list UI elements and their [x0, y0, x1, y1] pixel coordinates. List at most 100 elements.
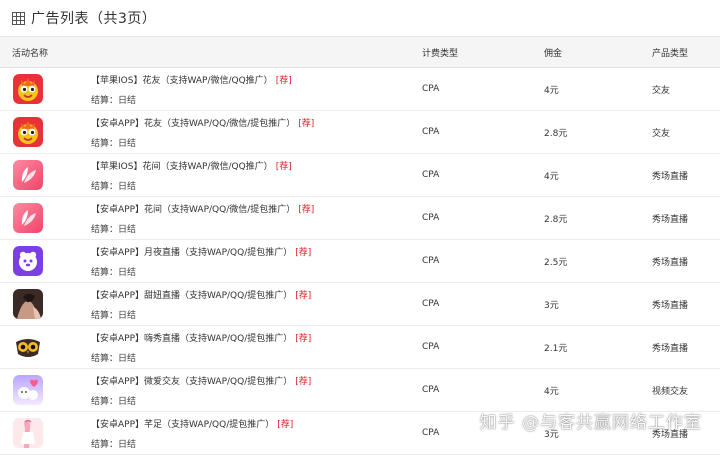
fee-type-cell: CPA — [422, 385, 440, 395]
column-header-fee-type[interactable]: 计费类型 — [412, 46, 532, 59]
settlement-info: 结算：日结 — [91, 222, 314, 235]
category-cell: 秀场直播 — [652, 171, 689, 182]
ad-title[interactable]: 【苹果IOS】花间（支持WAP/微信/QQ推广） [荐] — [91, 159, 292, 172]
ad-name-cell: 【安卓APP】花友（支持WAP/QQ/微信/提包推广） [荐] 结算：日结 — [0, 116, 412, 149]
recommend-tag: [荐] — [275, 75, 292, 86]
huajian-app-icon[interactable] — [13, 203, 43, 233]
settlement-label: 结算： — [91, 396, 119, 407]
settlement-value: 日结 — [118, 396, 137, 407]
recommend-tag: [荐] — [295, 376, 312, 387]
recommend-tag: [荐] — [275, 161, 292, 172]
table-row[interactable]: 【安卓APP】嗨秀直播（支持WAP/QQ/提包推广） [荐] 结算：日结 CPA 2.1… — [0, 326, 720, 369]
ad-title[interactable]: 【安卓APP】甜妞直播（支持WAP/QQ/提包推广） [荐] — [91, 288, 311, 301]
ad-name-cell: 【苹果IOS】花友（支持WAP/微信/QQ推广） [荐] 结算：日结 — [0, 73, 412, 106]
ad-title-text[interactable]: 【安卓APP】花间（支持WAP/QQ/微信/提包推广） — [91, 205, 295, 215]
category-cell: 交友 — [652, 85, 671, 96]
recommend-tag: [荐] — [295, 333, 312, 344]
table-header: 活动名称 计费类型 佣金 产品类型 — [0, 37, 720, 68]
settlement-value: 日结 — [118, 95, 137, 106]
fee-type-cell: CPA — [422, 127, 440, 137]
fee-type-cell: CPA — [422, 170, 440, 180]
huayou-app-icon[interactable] — [13, 74, 43, 104]
ad-title-text[interactable]: 【安卓APP】甜妞直播（支持WAP/QQ/提包推广） — [91, 291, 292, 301]
recommend-tag: [荐] — [295, 290, 312, 301]
ad-title-text[interactable]: 【苹果IOS】花间（支持WAP/微信/QQ推广） — [91, 162, 273, 172]
settlement-info: 结算：日结 — [91, 351, 311, 364]
ad-info: 【安卓APP】花间（支持WAP/QQ/微信/提包推广） [荐] 结算：日结 — [91, 202, 314, 235]
commission-cell: 4元 — [544, 386, 559, 397]
page-header: 广告列表（共3页） — [0, 0, 720, 37]
ad-title[interactable]: 【安卓APP】微爱交友（支持WAP/QQ/提包推广） [荐] — [91, 374, 311, 387]
ad-title[interactable]: 【安卓APP】花友（支持WAP/QQ/微信/提包推广） [荐] — [91, 116, 314, 129]
huajian-app-icon[interactable] — [13, 160, 43, 190]
table-row[interactable]: 【安卓APP】花间（支持WAP/QQ/微信/提包推广） [荐] 结算：日结 CPA 2.… — [0, 197, 720, 240]
ad-title-text[interactable]: 【安卓APP】微爱交友（支持WAP/QQ/提包推广） — [91, 377, 292, 387]
ad-info: 【苹果IOS】花友（支持WAP/微信/QQ推广） [荐] 结算：日结 — [91, 73, 292, 106]
ad-title[interactable]: 【安卓APP】月夜直播（支持WAP/QQ/提包推广） [荐] — [91, 245, 311, 258]
ad-title[interactable]: 【安卓APP】花间（支持WAP/QQ/微信/提包推广） [荐] — [91, 202, 314, 215]
ad-title-text[interactable]: 【安卓APP】芊足（支持WAP/QQ/提包推广） — [91, 420, 274, 430]
yueye-app-icon[interactable] — [13, 246, 43, 276]
table-row[interactable]: 【安卓APP】甜妞直播（支持WAP/QQ/提包推广） [荐] 结算：日结 CPA 3元 秀… — [0, 283, 720, 326]
recommend-tag: [荐] — [298, 118, 315, 129]
ad-title-text[interactable]: 【安卓APP】嗨秀直播（支持WAP/QQ/提包推广） — [91, 334, 292, 344]
table-row[interactable]: 【安卓APP】芊足（支持WAP/QQ/提包推广） [荐] 结算：日结 CPA 3元 秀场直… — [0, 412, 720, 455]
commission-cell: 3元 — [544, 429, 559, 440]
ad-info: 【安卓APP】嗨秀直播（支持WAP/QQ/提包推广） [荐] 结算：日结 — [91, 331, 311, 364]
recommend-tag: [荐] — [298, 204, 315, 215]
commission-cell: 2.5元 — [544, 257, 568, 268]
ad-name-cell: 【苹果IOS】花间（支持WAP/微信/QQ推广） [荐] 结算：日结 — [0, 159, 412, 192]
fee-type-cell: CPA — [422, 342, 440, 352]
category-cell: 秀场直播 — [652, 257, 689, 268]
fee-type-cell: CPA — [422, 213, 440, 223]
ad-title-text[interactable]: 【安卓APP】花友（支持WAP/QQ/微信/提包推广） — [91, 119, 295, 129]
tianniu-app-icon[interactable] — [13, 289, 43, 319]
settlement-value: 日结 — [118, 310, 137, 321]
ad-info: 【苹果IOS】花间（支持WAP/微信/QQ推广） [荐] 结算：日结 — [91, 159, 292, 192]
settlement-info: 结算：日结 — [91, 394, 311, 407]
commission-cell: 4元 — [544, 85, 559, 96]
settlement-value: 日结 — [118, 353, 137, 364]
ad-name-cell: 【安卓APP】微爱交友（支持WAP/QQ/提包推广） [荐] 结算：日结 — [0, 374, 412, 407]
huayou-app-icon[interactable] — [13, 117, 43, 147]
table-row[interactable]: 【安卓APP】微爱交友（支持WAP/QQ/提包推广） [荐] 结算：日结 CPA 4元 视… — [0, 369, 720, 412]
settlement-info: 结算：日结 — [91, 437, 293, 450]
ad-info: 【安卓APP】花友（支持WAP/QQ/微信/提包推广） [荐] 结算：日结 — [91, 116, 314, 149]
category-cell: 交友 — [652, 128, 671, 139]
ad-title[interactable]: 【安卓APP】芊足（支持WAP/QQ/提包推广） [荐] — [91, 417, 293, 430]
weiai-app-icon[interactable] — [13, 375, 43, 405]
fee-type-cell: CPA — [422, 428, 440, 438]
owl-app-icon[interactable] — [13, 332, 43, 362]
table-row[interactable]: 【苹果IOS】花友（支持WAP/微信/QQ推广） [荐] 结算：日结 CPA 4元 交友 — [0, 68, 720, 111]
ad-title-text[interactable]: 【安卓APP】月夜直播（支持WAP/QQ/提包推广） — [91, 248, 292, 258]
category-cell: 视频交友 — [652, 386, 689, 397]
column-header-category[interactable]: 产品类型 — [652, 46, 720, 59]
ad-title-text[interactable]: 【苹果IOS】花友（支持WAP/微信/QQ推广） — [91, 76, 273, 86]
page-title: 广告列表（共3页） — [31, 11, 157, 27]
settlement-info: 结算：日结 — [91, 136, 314, 149]
table-row[interactable]: 【安卓APP】花友（支持WAP/QQ/微信/提包推广） [荐] 结算：日结 CPA 2.… — [0, 111, 720, 154]
fee-type-cell: CPA — [422, 299, 440, 309]
ad-info: 【安卓APP】微爱交友（支持WAP/QQ/提包推广） [荐] 结算：日结 — [91, 374, 311, 407]
ad-title[interactable]: 【苹果IOS】花友（支持WAP/微信/QQ推广） [荐] — [91, 73, 292, 86]
settlement-label: 结算： — [91, 95, 119, 106]
settlement-label: 结算： — [91, 138, 119, 149]
table-row[interactable]: 【苹果IOS】花间（支持WAP/微信/QQ推广） [荐] 结算：日结 CPA 4元 秀场直… — [0, 154, 720, 197]
ad-table-body: 【苹果IOS】花友（支持WAP/微信/QQ推广） [荐] 结算：日结 CPA 4元 交友【… — [0, 68, 720, 455]
table-grid-icon — [12, 11, 25, 25]
qianzu-app-icon[interactable] — [13, 418, 43, 448]
fee-type-cell: CPA — [422, 256, 440, 266]
category-cell: 秀场直播 — [652, 429, 689, 440]
settlement-value: 日结 — [118, 224, 137, 235]
column-header-name[interactable]: 活动名称 — [0, 46, 412, 59]
settlement-info: 结算：日结 — [91, 308, 311, 321]
table-row[interactable]: 【安卓APP】月夜直播（支持WAP/QQ/提包推广） [荐] 结算：日结 CPA 2.5… — [0, 240, 720, 283]
settlement-label: 结算： — [91, 310, 119, 321]
commission-cell: 2.8元 — [544, 214, 568, 225]
ad-name-cell: 【安卓APP】月夜直播（支持WAP/QQ/提包推广） [荐] 结算：日结 — [0, 245, 412, 278]
column-header-commission[interactable]: 佣金 — [532, 46, 652, 59]
ad-title[interactable]: 【安卓APP】嗨秀直播（支持WAP/QQ/提包推广） [荐] — [91, 331, 311, 344]
ad-name-cell: 【安卓APP】花间（支持WAP/QQ/微信/提包推广） [荐] 结算：日结 — [0, 202, 412, 235]
recommend-tag: [荐] — [277, 419, 294, 430]
ad-name-cell: 【安卓APP】甜妞直播（支持WAP/QQ/提包推广） [荐] 结算：日结 — [0, 288, 412, 321]
